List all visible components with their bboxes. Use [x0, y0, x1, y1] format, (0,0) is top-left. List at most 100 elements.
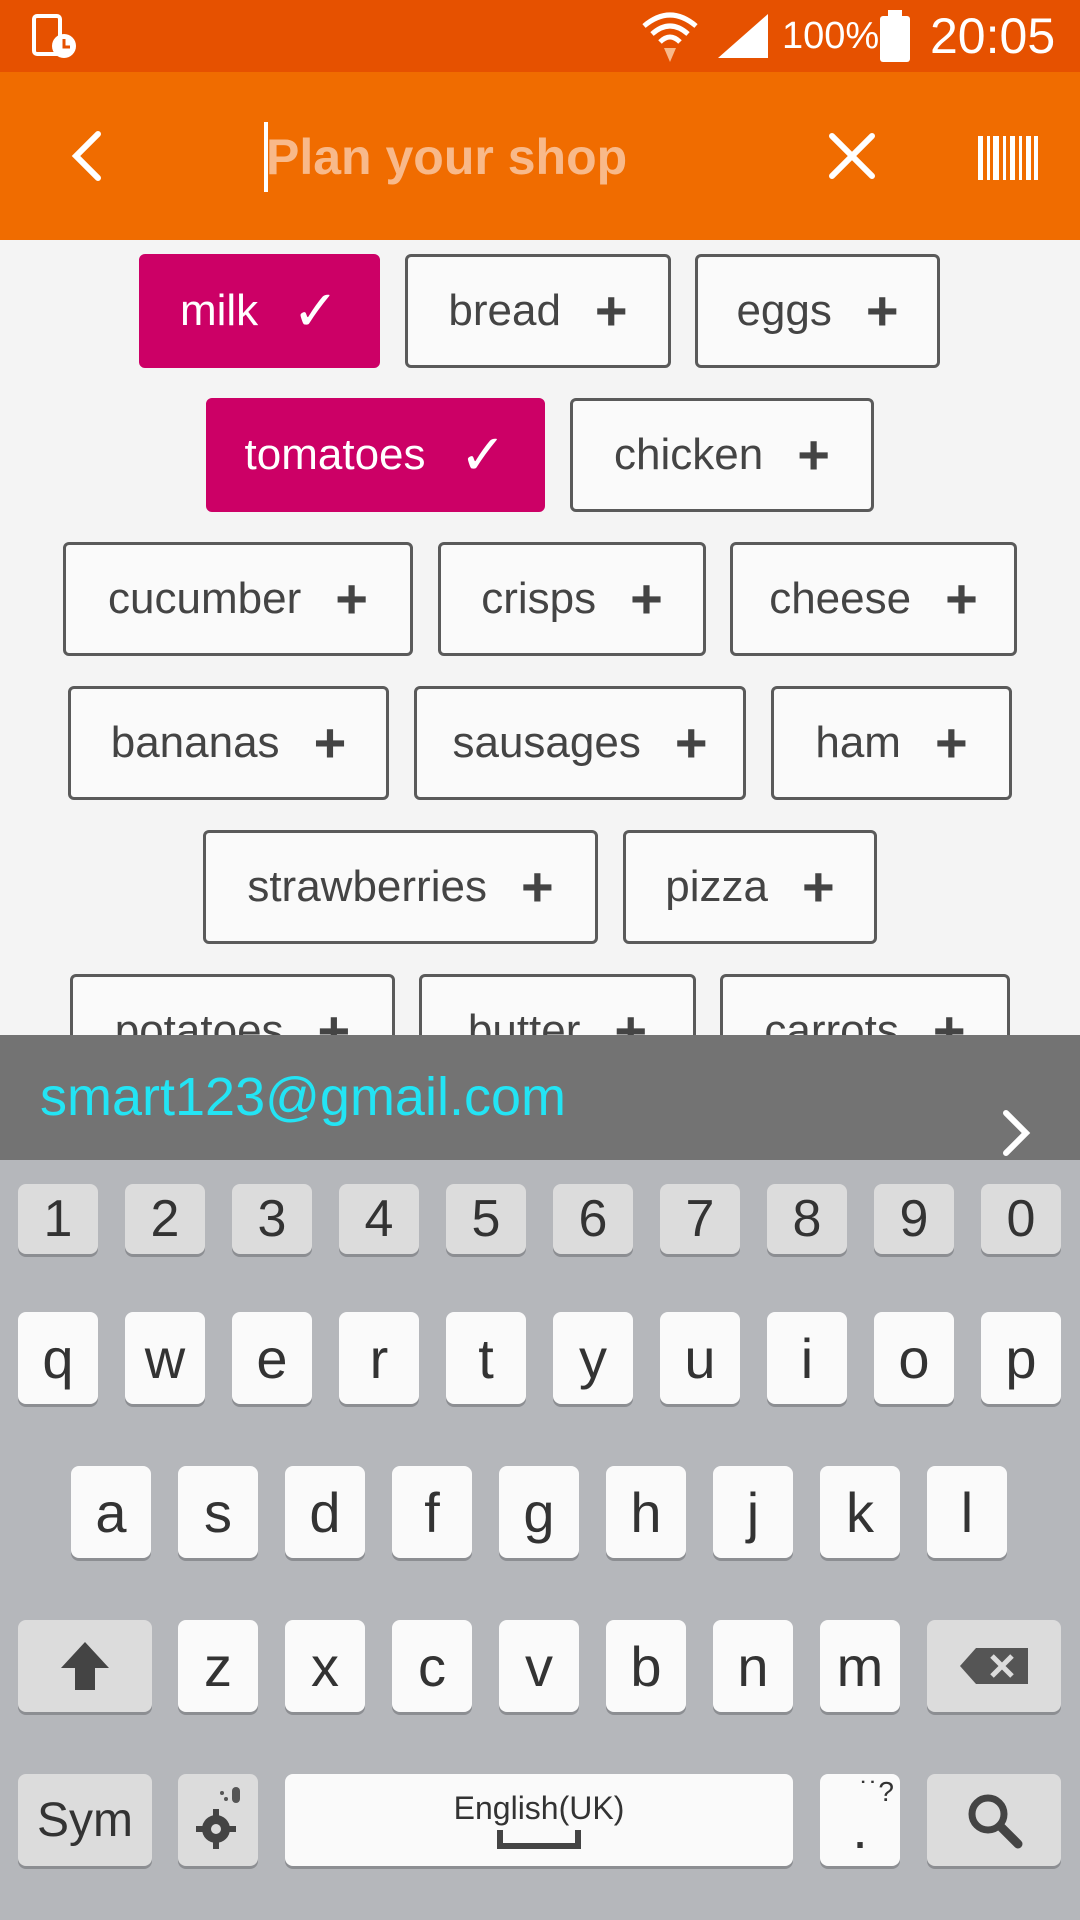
- wifi-icon: [642, 12, 698, 62]
- key-y[interactable]: y: [553, 1312, 633, 1404]
- shift-key[interactable]: [18, 1620, 152, 1712]
- key-7[interactable]: 7: [660, 1184, 740, 1254]
- settings-key[interactable]: [178, 1774, 258, 1866]
- chip-strawberries[interactable]: strawberries +: [203, 830, 598, 944]
- chip-label: chicken: [614, 430, 764, 479]
- key-d[interactable]: d: [285, 1466, 365, 1558]
- key-3[interactable]: 3: [232, 1184, 312, 1254]
- chip-tomatoes[interactable]: tomatoes ✓: [206, 398, 545, 512]
- chip-label: butter: [467, 1006, 581, 1035]
- chip-carrots[interactable]: carrots +: [720, 974, 1010, 1035]
- chip-label: eggs: [736, 286, 832, 335]
- key-q[interactable]: q: [18, 1312, 98, 1404]
- chip-pizza[interactable]: pizza +: [623, 830, 877, 944]
- chip-label: milk: [179, 286, 259, 335]
- chip-label: carrots: [764, 1006, 899, 1035]
- key-9[interactable]: 9: [874, 1184, 954, 1254]
- device-schedule-icon: [32, 14, 76, 58]
- battery-percentage: 100%: [782, 15, 880, 57]
- key-4[interactable]: 4: [339, 1184, 419, 1254]
- chip-label: crisps: [481, 574, 597, 623]
- key-g[interactable]: g: [499, 1466, 579, 1558]
- chip-row: potatoes + butter + carrots +: [0, 960, 1080, 1035]
- search-icon: [968, 1794, 1023, 1849]
- key-p[interactable]: p: [981, 1312, 1061, 1404]
- key-a[interactable]: a: [71, 1466, 151, 1558]
- chip-potatoes[interactable]: potatoes +: [70, 974, 395, 1035]
- key-2[interactable]: 2: [125, 1184, 205, 1254]
- chip-crisps[interactable]: crisps +: [438, 542, 706, 656]
- chip-cheese[interactable]: cheese +: [730, 542, 1017, 656]
- chip-ham[interactable]: ham +: [771, 686, 1012, 800]
- chip-sausages[interactable]: sausages +: [414, 686, 746, 800]
- chip-bread[interactable]: bread +: [405, 254, 671, 368]
- key-0[interactable]: 0: [981, 1184, 1061, 1254]
- key-o[interactable]: o: [874, 1312, 954, 1404]
- key-1[interactable]: 1: [18, 1184, 98, 1254]
- status-bar: 100% 20:05: [0, 0, 1080, 72]
- key-6[interactable]: 6: [553, 1184, 633, 1254]
- key-c[interactable]: c: [392, 1620, 472, 1712]
- backspace-icon: [960, 1648, 1028, 1684]
- search-input[interactable]: [264, 118, 788, 196]
- key-t[interactable]: t: [446, 1312, 526, 1404]
- period-hint: ˙˙?: [859, 1776, 894, 1807]
- shift-arrow-icon: [61, 1642, 109, 1690]
- key-u[interactable]: u: [660, 1312, 740, 1404]
- back-arrow-icon[interactable]: [60, 126, 120, 186]
- soft-keyboard: 1 2 3 4 5 6 7 8 9 0 q w e r t y u i o p …: [0, 1160, 1080, 1920]
- close-icon[interactable]: [820, 124, 884, 188]
- key-s[interactable]: s: [178, 1466, 258, 1558]
- chip-eggs[interactable]: eggs +: [695, 254, 940, 368]
- plus-icon: +: [797, 423, 830, 486]
- key-b[interactable]: b: [606, 1620, 686, 1712]
- chip-row: cucumber + crisps + cheese +: [0, 528, 1080, 656]
- space-key[interactable]: English(UK): [285, 1774, 793, 1866]
- key-w[interactable]: w: [125, 1312, 205, 1404]
- chip-cucumber[interactable]: cucumber +: [63, 542, 413, 656]
- key-m[interactable]: m: [820, 1620, 900, 1712]
- backspace-key[interactable]: [927, 1620, 1061, 1712]
- plus-icon: +: [802, 855, 835, 918]
- plus-icon: +: [630, 567, 663, 630]
- key-n[interactable]: n: [713, 1620, 793, 1712]
- key-j[interactable]: j: [713, 1466, 793, 1558]
- chip-row: tomatoes ✓ chicken +: [0, 384, 1080, 512]
- autofill-suggestion-bar[interactable]: smart123@gmail.com: [0, 1035, 1080, 1160]
- key-v[interactable]: v: [499, 1620, 579, 1712]
- period-key[interactable]: ˙˙? .: [820, 1774, 900, 1866]
- key-x[interactable]: x: [285, 1620, 365, 1712]
- email-suggestion[interactable]: smart123@gmail.com: [40, 1065, 566, 1129]
- chip-chicken[interactable]: chicken +: [570, 398, 874, 512]
- chip-bananas[interactable]: bananas +: [68, 686, 389, 800]
- chip-label: tomatoes: [244, 430, 426, 479]
- chip-label: potatoes: [114, 1006, 284, 1035]
- plus-icon: +: [945, 567, 978, 630]
- chip-butter[interactable]: butter +: [419, 974, 696, 1035]
- barcode-scanner-icon[interactable]: [976, 132, 1040, 184]
- key-z[interactable]: z: [178, 1620, 258, 1712]
- search-key[interactable]: [927, 1774, 1061, 1866]
- plus-icon: +: [317, 999, 351, 1036]
- plus-icon: +: [614, 999, 648, 1036]
- space-language-label: English(UK): [453, 1790, 625, 1826]
- key-e[interactable]: e: [232, 1312, 312, 1404]
- chip-milk[interactable]: milk ✓: [139, 254, 380, 368]
- plus-icon: +: [313, 711, 347, 774]
- plus-icon: +: [594, 279, 628, 342]
- key-5[interactable]: 5: [446, 1184, 526, 1254]
- key-k[interactable]: k: [820, 1466, 900, 1558]
- suggestion-chips: milk ✓ bread + eggs + tomatoes ✓ chicken…: [0, 240, 1080, 1035]
- chevron-right-icon[interactable]: [996, 1109, 1036, 1159]
- key-f[interactable]: f: [392, 1466, 472, 1558]
- chip-row: milk ✓ bread + eggs +: [0, 240, 1080, 368]
- key-h[interactable]: h: [606, 1466, 686, 1558]
- battery-icon: [880, 10, 910, 62]
- sym-key[interactable]: Sym: [18, 1774, 152, 1866]
- chip-label: cucumber: [108, 574, 302, 623]
- key-r[interactable]: r: [339, 1312, 419, 1404]
- key-i[interactable]: i: [767, 1312, 847, 1404]
- key-8[interactable]: 8: [767, 1184, 847, 1254]
- key-l[interactable]: l: [927, 1466, 1007, 1558]
- text-cursor: [264, 122, 268, 192]
